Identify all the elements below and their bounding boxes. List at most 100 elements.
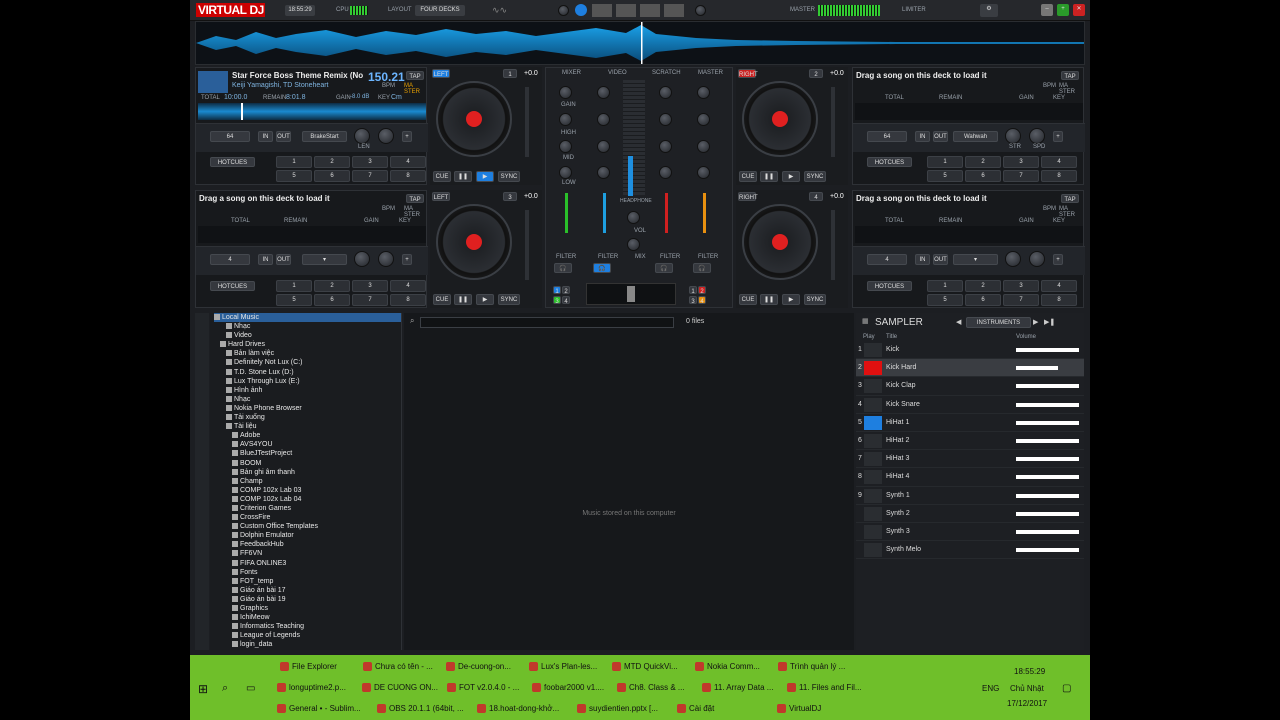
tree-item[interactable]: COMP 102x Lab 04 <box>214 495 401 504</box>
effect-select[interactable]: ▾ <box>953 254 998 265</box>
tree-item[interactable]: Giáo án bài 17 <box>214 586 401 595</box>
deck-assign-1b[interactable]: 1 <box>689 286 697 295</box>
pad-3[interactable]: 3 <box>352 280 388 292</box>
low-knob[interactable] <box>697 166 710 179</box>
sample-volume-bar[interactable] <box>1016 420 1079 425</box>
low-knob[interactable] <box>659 166 672 179</box>
sample-play-button[interactable] <box>864 543 882 558</box>
sampler-row[interactable]: Synth Melo <box>856 541 1084 560</box>
sampler-row[interactable]: Synth 3 <box>856 523 1084 542</box>
headphone-icon[interactable]: 🎧 <box>593 263 611 273</box>
hotcues-select[interactable]: HOTCUES <box>210 157 255 167</box>
taskbar-app-button[interactable]: 18.hoat-dong-khở... <box>475 699 571 719</box>
tree-item[interactable]: Video <box>214 331 401 340</box>
cue-button[interactable]: CUE <box>433 171 451 182</box>
pad-6[interactable]: 6 <box>314 294 350 306</box>
taskbar-app-button[interactable]: Chưa có tên - ... <box>361 657 440 677</box>
taskbar-app-button[interactable]: VirtualDJ <box>775 699 871 719</box>
play-button[interactable]: ▶ <box>476 294 494 305</box>
pad-7[interactable]: 7 <box>352 170 388 182</box>
effect-select[interactable]: ▾ <box>302 254 347 265</box>
sampler-row[interactable]: 7 HiHat 3 <box>856 450 1084 469</box>
mid-knob[interactable] <box>697 140 710 153</box>
crossfader[interactable] <box>586 283 676 305</box>
low-knob[interactable] <box>597 166 610 179</box>
tree-item[interactable]: Bản làm việc <box>214 349 401 358</box>
deck-1-waveform[interactable] <box>198 103 426 120</box>
loop-out-button[interactable]: OUT <box>933 131 948 142</box>
loop-length[interactable]: 4 <box>210 254 250 265</box>
taskbar-app-button[interactable]: OBS 20.1.1 (64bit, ... <box>375 699 471 719</box>
sampler-row[interactable]: 3 Kick Clap <box>856 377 1084 396</box>
effect-select[interactable]: BrakeStart <box>302 131 347 142</box>
sample-volume-bar[interactable] <box>1016 384 1079 389</box>
taskbar-app-button[interactable]: Lux's Plan-les... <box>527 657 606 677</box>
tree-item[interactable]: Nhạc <box>214 322 401 331</box>
sample-play-button[interactable] <box>864 397 882 412</box>
tree-item[interactable]: AVS4YOU <box>214 440 401 449</box>
pad-4[interactable]: 4 <box>390 156 426 168</box>
loop-in-button[interactable]: IN <box>258 254 273 265</box>
tree-item[interactable]: Adobe <box>214 431 401 440</box>
gain-knob[interactable] <box>597 86 610 99</box>
tree-item[interactable]: Tài liệu <box>214 422 401 431</box>
high-knob[interactable] <box>697 113 710 126</box>
sample-volume-bar[interactable] <box>1016 475 1079 480</box>
volume-fader-3[interactable] <box>665 193 668 233</box>
pad-1[interactable]: 1 <box>276 156 312 168</box>
deck-side-left[interactable]: LEFT <box>432 69 450 78</box>
sync-button[interactable]: SYNC <box>498 294 520 305</box>
tree-item[interactable]: Nhạc <box>214 395 401 404</box>
effect-knob-2[interactable] <box>1029 251 1045 267</box>
record-icon[interactable] <box>558 5 569 16</box>
pad-1[interactable]: 1 <box>927 156 963 168</box>
gain-knob[interactable] <box>659 86 672 99</box>
sample-play-button[interactable] <box>864 506 882 521</box>
loop-out-button[interactable]: OUT <box>276 254 291 265</box>
deck-2-waveform[interactable] <box>855 103 1083 120</box>
deck-side-left[interactable]: LEFT <box>432 192 450 201</box>
add-effect-button[interactable]: + <box>402 131 412 142</box>
effect-knob-1[interactable] <box>354 251 370 267</box>
pad-8[interactable]: 8 <box>1041 170 1077 182</box>
pad-1[interactable]: 1 <box>276 280 312 292</box>
pad-6[interactable]: 6 <box>965 294 1001 306</box>
high-knob[interactable] <box>659 113 672 126</box>
play-button[interactable]: ▶ <box>782 294 800 305</box>
tree-item[interactable]: Local Music <box>214 313 401 323</box>
pitch-slider[interactable] <box>831 87 835 157</box>
prev-bank-icon[interactable]: ◀ <box>956 318 961 326</box>
clock-date[interactable]: 17/12/2017 <box>1007 699 1047 708</box>
taskbar-app-button[interactable]: De-cuong-on... <box>444 657 523 677</box>
sample-volume-bar[interactable] <box>1016 457 1079 462</box>
headphone-icon[interactable]: 🎧 <box>554 263 572 273</box>
tap-button[interactable]: TAP <box>1061 194 1079 203</box>
gain-knob[interactable] <box>559 86 572 99</box>
tree-item[interactable]: Custom Office Templates <box>214 522 401 531</box>
tap-button[interactable]: TAP <box>406 194 424 203</box>
sample-play-button[interactable] <box>864 379 882 394</box>
deck-3-waveform[interactable] <box>198 226 426 243</box>
tab-master[interactable]: MASTER <box>698 70 723 76</box>
volume-fader-2[interactable] <box>603 193 606 233</box>
taskbar-app-button[interactable]: longuptime2.p... <box>275 678 356 698</box>
sample-volume-bar[interactable] <box>1016 511 1079 516</box>
mic-icon[interactable] <box>695 5 706 16</box>
sample-volume-bar[interactable] <box>1016 438 1079 443</box>
add-effect-button[interactable]: + <box>402 254 412 265</box>
pad-1[interactable]: 1 <box>927 280 963 292</box>
taskbar-app-button[interactable]: MTD QuickVi... <box>610 657 689 677</box>
effect-select[interactable]: Wahwah <box>953 131 998 142</box>
notification-icon[interactable]: ▢ <box>1062 683 1071 694</box>
layout-select[interactable]: FOUR DECKS <box>415 5 465 16</box>
high-knob[interactable] <box>559 113 572 126</box>
volume-fader-4[interactable] <box>703 193 706 233</box>
sample-play-button[interactable] <box>864 488 882 503</box>
master-tempo-button[interactable]: MA STER <box>404 206 426 218</box>
deck-assign-3b[interactable]: 3 <box>689 296 697 305</box>
search-input[interactable] <box>420 317 674 328</box>
sample-play-button[interactable] <box>864 433 882 448</box>
sample-play-button[interactable] <box>864 524 882 539</box>
tree-item[interactable]: Hard Drives <box>214 340 401 349</box>
tree-item[interactable]: BOOM <box>214 459 401 468</box>
